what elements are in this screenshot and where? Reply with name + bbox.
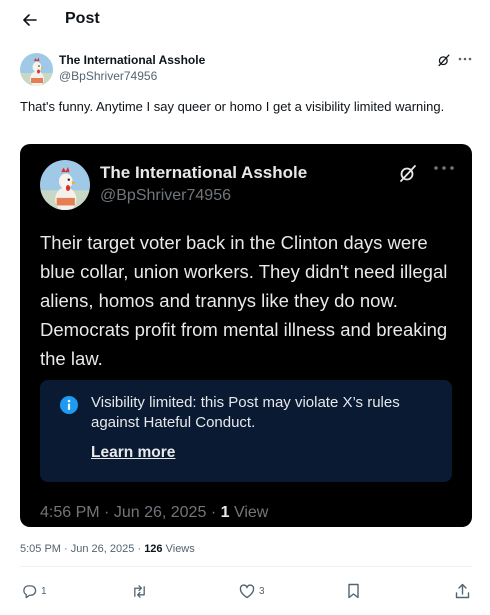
post-page: Post The International Asshole @BpShrive… — [0, 0, 490, 615]
separator: · — [210, 504, 217, 521]
reply-icon — [23, 584, 37, 598]
reply-button[interactable]: 1 — [22, 581, 47, 601]
separator: · — [64, 543, 68, 555]
like-icon — [239, 583, 255, 598]
post-date[interactable]: Jun 26, 2025 — [71, 543, 135, 555]
repost-icon — [134, 584, 145, 598]
quoted-post-time[interactable]: 4:56 PM — [40, 504, 100, 521]
page-title: Post — [65, 10, 100, 27]
post-meta: 5:05 PM · Jun 26, 2025 · 126 Views — [20, 543, 195, 555]
bookmark-icon — [348, 583, 359, 599]
arrow-left-icon — [23, 14, 37, 26]
quoted-post-text: Their target voter back in the Clinton d… — [40, 232, 448, 369]
quoted-post-card[interactable]: The International Asshole @BpShriver7495… — [20, 144, 472, 527]
reply-count: 1 — [41, 585, 47, 597]
author-name[interactable]: The International Asshole — [59, 53, 205, 67]
grok-icon[interactable] — [437, 53, 451, 67]
share-button[interactable] — [455, 581, 470, 601]
quoted-views-count: 1 — [220, 504, 230, 521]
visibility-notice-text: Visibility limited: this Post may violat… — [91, 394, 400, 431]
like-count: 3 — [259, 585, 265, 597]
author-handle[interactable]: @BpShriver74956 — [59, 69, 157, 83]
quoted-author-handle[interactable]: @BpShriver74956 — [100, 187, 231, 205]
more-icon[interactable] — [457, 52, 473, 66]
views-label: Views — [165, 543, 195, 555]
post-time[interactable]: 5:05 PM — [20, 543, 61, 555]
grok-icon[interactable] — [398, 163, 418, 183]
bookmark-button[interactable] — [347, 581, 360, 601]
post-text: That's funny. Anytime I say queer or hom… — [20, 99, 445, 114]
quoted-post-date[interactable]: Jun 26, 2025 — [114, 504, 207, 521]
views-count: 126 — [144, 543, 163, 555]
back-button[interactable] — [19, 9, 41, 31]
divider — [20, 566, 472, 567]
share-icon — [455, 583, 470, 599]
quoted-avatar[interactable] — [40, 160, 90, 210]
separator: · — [137, 543, 142, 555]
separator: · — [104, 504, 110, 521]
page-header: Post — [0, 0, 490, 40]
quoted-author-name[interactable]: The International Asshole — [100, 163, 307, 183]
avatar[interactable] — [20, 53, 53, 86]
more-icon[interactable] — [432, 160, 456, 176]
learn-more-link[interactable]: Learn more — [91, 444, 175, 462]
quoted-post-meta: 4:56 PM · Jun 26, 2025 · 1 View — [40, 504, 268, 522]
repost-button[interactable] — [131, 581, 152, 601]
like-button[interactable]: 3 — [239, 581, 265, 601]
info-icon — [60, 396, 78, 414]
quoted-views-label: View — [233, 504, 269, 521]
visibility-notice: Visibility limited: this Post may violat… — [40, 380, 452, 482]
